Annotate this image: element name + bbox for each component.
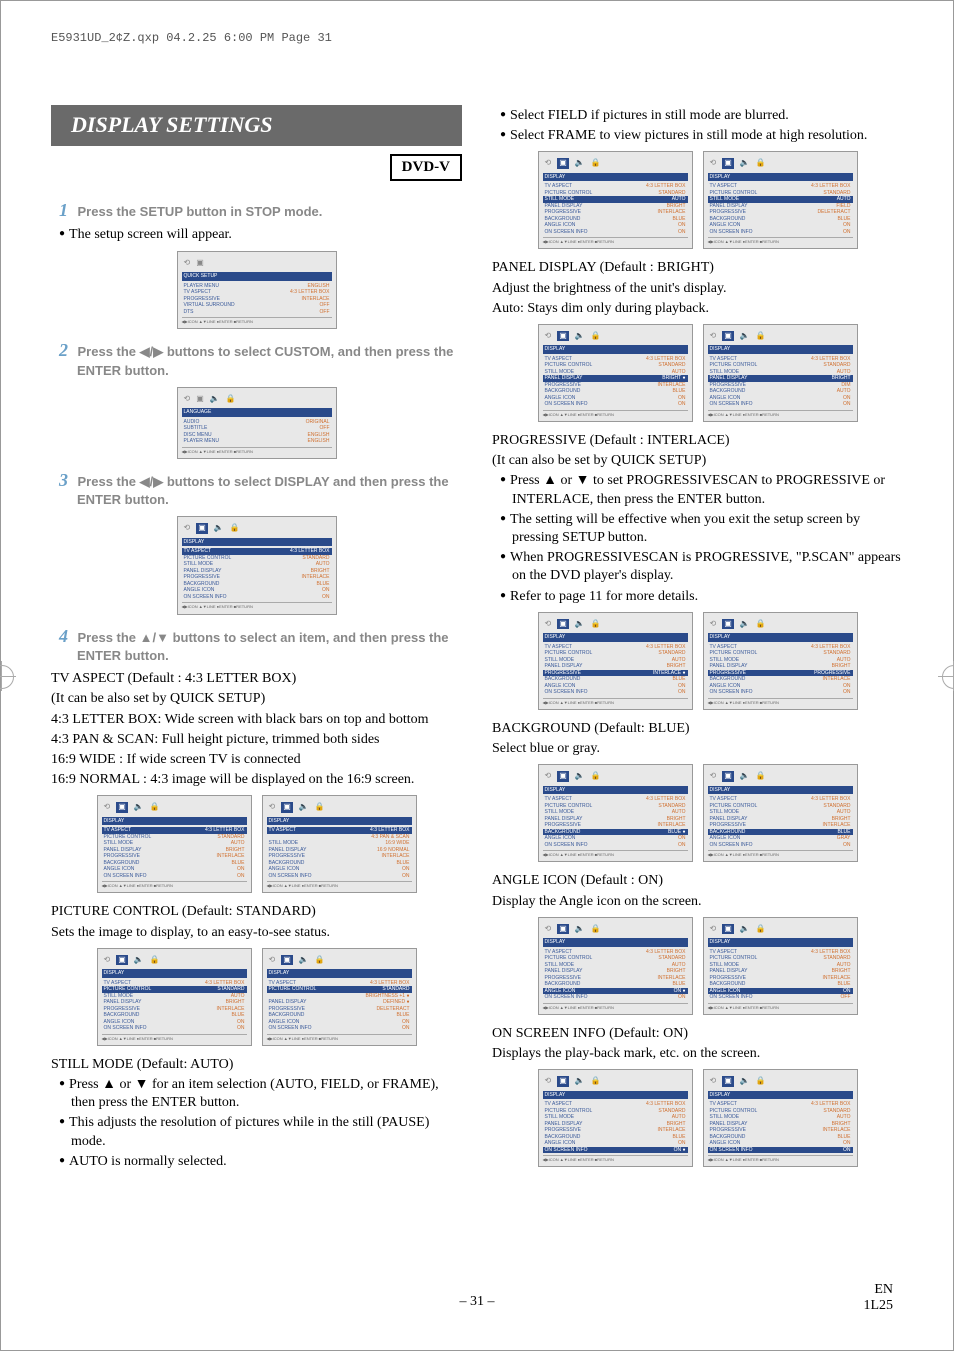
mini-screen: ⟲▣🔈🔒 DISPLAY TV ASPECT4:3 LETTER BOX PIC…	[703, 151, 858, 249]
footer-code: 1L25	[863, 1298, 893, 1313]
mini-screen: ⟲▣🔈🔒 DISPLAY TV ASPECT4:3 LETTER BOX PIC…	[97, 948, 252, 1046]
setup-screen-display: ⟲▣🔈🔒 DISPLAY TV ASPECT4:3 LETTER BOX PIC…	[177, 516, 337, 614]
mini-screen: ⟲▣🔈🔒 DISPLAY TV ASPECT4:3 LETTER BOX PIC…	[703, 1069, 858, 1167]
panel-head: PANEL DISPLAY (Default : BRIGHT)	[492, 259, 903, 277]
step-number: 1	[59, 200, 68, 220]
mini-screen: ⟲▣🔈🔒 DISPLAY TV ASPECT4:3 LETTER BOX PIC…	[703, 917, 858, 1015]
tv-aspect-sub: (It can be also set by QUICK SETUP)	[51, 690, 462, 708]
page-number: – 31 –	[1, 1294, 953, 1310]
bullet: ●This adjusts the resolution of pictures…	[59, 1114, 462, 1150]
bullet-text: Select FRAME to view pictures in still m…	[510, 128, 867, 143]
bullet: ●When PROGRESSIVESCAN is PROGRESSIVE, "P…	[500, 549, 903, 585]
footer-right: EN 1L25	[863, 1282, 893, 1314]
step-text: Press the ◀/▶ buttons to select CUSTOM, …	[77, 344, 453, 377]
mini-header: DISPLAY	[182, 538, 332, 547]
bullet-text: The setup screen will appear.	[69, 227, 232, 242]
bullet-text: Press ▲ or ▼ to set PROGRESSIVESCAN to P…	[510, 473, 885, 506]
step-text: Press the ◀/▶ buttons to select DISPLAY …	[77, 474, 449, 507]
mini-screen: ⟲▣🔈🔒 DISPLAY TV ASPECT4:3 LETTER BOX 4:3…	[262, 795, 417, 893]
tv-aspect-head: TV ASPECT (Default : 4:3 LETTER BOX)	[51, 670, 462, 688]
still-head: STILL MODE (Default: AUTO)	[51, 1056, 462, 1074]
two-columns: DISPLAY SETTINGS DVD-V 1 Press the SETUP…	[51, 105, 903, 1177]
bullet: ●Press ▲ or ▼ for an item selection (AUT…	[59, 1076, 462, 1112]
mini-screen: ⟲▣🔈🔒 DISPLAY TV ASPECT4:3 LETTER BOX PIC…	[538, 1069, 693, 1167]
angle-head: ANGLE ICON (Default : ON)	[492, 872, 903, 890]
pic-ctrl-screens: ⟲▣🔈🔒 DISPLAY TV ASPECT4:3 LETTER BOX PIC…	[51, 948, 462, 1046]
step-4: 4 Press the ▲/▼ buttons to select an ite…	[59, 625, 462, 667]
bullet-text: When PROGRESSIVESCAN is PROGRESSIVE, "P.…	[510, 550, 901, 583]
bullet: ●AUTO is normally selected.	[59, 1153, 462, 1171]
angle-screens: ⟲▣🔈🔒 DISPLAY TV ASPECT4:3 LETTER BOX PIC…	[492, 917, 903, 1015]
prog-head: PROGRESSIVE (Default : INTERLACE)	[492, 432, 903, 450]
bullet: ●Refer to page 11 for more details.	[500, 588, 903, 606]
bullet: ●Select FIELD if pictures in still mode …	[500, 107, 903, 125]
panel-l1: Adjust the brightness of the unit's disp…	[492, 280, 903, 298]
angle-sub: Display the Angle icon on the screen.	[492, 893, 903, 911]
step-text: Press the ▲/▼ buttons to select an item,…	[77, 630, 449, 663]
bg-head: BACKGROUND (Default: BLUE)	[492, 720, 903, 738]
mini-screen: ⟲▣🔈🔒 DISPLAY TV ASPECT4:3 LETTER BOX PIC…	[538, 764, 693, 862]
footer-lang: EN	[874, 1282, 893, 1297]
bullet-text: Press ▲ or ▼ for an item selection (AUTO…	[69, 1077, 439, 1110]
tv-aspect-l2: 4:3 PAN & SCAN: Full height picture, tri…	[51, 731, 462, 749]
mini-screen: ⟲▣🔈🔒 DISPLAY TV ASPECT4:3 LETTER BOX PIC…	[703, 764, 858, 862]
tv-aspect-screens: ⟲▣🔈🔒 DISPLAY TV ASPECT4:3 LETTER BOX PIC…	[51, 795, 462, 893]
osi-sub: Displays the play-back mark, etc. on the…	[492, 1045, 903, 1063]
bullet-text: Refer to page 11 for more details.	[510, 589, 698, 604]
mini-header: LANGUAGE	[182, 408, 332, 417]
mini-screen: ⟲▣🔈🔒 DISPLAY TV ASPECT4:3 LETTER BOX PIC…	[538, 612, 693, 710]
mini-screen: ⟲▣🔈🔒 DISPLAY TV ASPECT4:3 LETTER BOX PIC…	[538, 324, 693, 422]
mini-screen: ⟲▣🔈🔒 DISPLAY TV ASPECT4:3 LETTER BOX PIC…	[97, 795, 252, 893]
mini-screen: ⟲▣🔈🔒 DISPLAY TV ASPECT4:3 LETTER BOX PIC…	[703, 324, 858, 422]
step-1: 1 Press the SETUP button in STOP mode.	[59, 199, 462, 222]
bg-screens: ⟲▣🔈🔒 DISPLAY TV ASPECT4:3 LETTER BOX PIC…	[492, 764, 903, 862]
crop-mark-icon	[938, 661, 954, 691]
bullet-text: Select FIELD if pictures in still mode a…	[510, 108, 789, 123]
bullet: ●The setup screen will appear.	[59, 226, 462, 244]
section-title: DISPLAY SETTINGS	[51, 105, 462, 146]
right-column: ●Select FIELD if pictures in still mode …	[492, 105, 903, 1177]
setup-screen-quick: ⟲▣ QUICK SETUP PLAYER MENUENGLISH TV ASP…	[177, 251, 337, 330]
setup-screen-language: ⟲▣🔈🔒 LANGUAGE AUDIOORIGINAL SUBTITLEOFF …	[177, 387, 337, 459]
mini-screen: ⟲▣🔈🔒 DISPLAY TV ASPECT4:3 LETTER BOX PIC…	[538, 151, 693, 249]
step-text: Press the SETUP button in STOP mode.	[78, 204, 323, 219]
bullet-text: AUTO is normally selected.	[69, 1154, 227, 1169]
bullet: ●The setting will be effective when you …	[500, 511, 903, 547]
step-2: 2 Press the ◀/▶ buttons to select CUSTOM…	[59, 339, 462, 381]
osi-head: ON SCREEN INFO (Default: ON)	[492, 1025, 903, 1043]
file-header: E5931UD_2¢Z.qxp 04.2.25 6:00 PM Page 31	[51, 31, 903, 45]
bullet: ●Select FRAME to view pictures in still …	[500, 127, 903, 145]
left-column: DISPLAY SETTINGS DVD-V 1 Press the SETUP…	[51, 105, 462, 1177]
page: E5931UD_2¢Z.qxp 04.2.25 6:00 PM Page 31 …	[0, 0, 954, 1351]
tv-aspect-l1: 4:3 LETTER BOX: Wide screen with black b…	[51, 711, 462, 729]
prog-sub: (It can also be set by QUICK SETUP)	[492, 452, 903, 470]
step-3: 3 Press the ◀/▶ buttons to select DISPLA…	[59, 469, 462, 511]
prog-screens: ⟲▣🔈🔒 DISPLAY TV ASPECT4:3 LETTER BOX PIC…	[492, 612, 903, 710]
mini-screen: ⟲▣🔈🔒 DISPLAY TV ASPECT4:3 LETTER BOX PIC…	[703, 612, 858, 710]
osi-screens: ⟲▣🔈🔒 DISPLAY TV ASPECT4:3 LETTER BOX PIC…	[492, 1069, 903, 1167]
bg-sub: Select blue or gray.	[492, 740, 903, 758]
tv-aspect-l3: 16:9 WIDE : If wide screen TV is connect…	[51, 751, 462, 769]
dvd-badge: DVD-V	[390, 154, 462, 182]
panel-l2: Auto: Stays dim only during playback.	[492, 300, 903, 318]
tv-aspect-l4: 16:9 NORMAL : 4:3 image will be displaye…	[51, 771, 462, 789]
step-number: 2	[59, 340, 68, 360]
pic-ctrl-head: PICTURE CONTROL (Default: STANDARD)	[51, 903, 462, 921]
pic-ctrl-sub: Sets the image to display, to an easy-to…	[51, 924, 462, 942]
mini-header: QUICK SETUP	[182, 272, 332, 281]
step-number: 4	[59, 626, 68, 646]
mini-screen: ⟲▣🔈🔒 DISPLAY TV ASPECT4:3 LETTER BOX PIC…	[538, 917, 693, 1015]
crop-mark-icon	[0, 661, 16, 691]
bullet-text: This adjusts the resolution of pictures …	[69, 1115, 429, 1148]
bullet-text: The setting will be effective when you e…	[510, 512, 860, 545]
step-number: 3	[59, 470, 68, 490]
mini-screen: ⟲▣🔈🔒 DISPLAY TV ASPECT4:3 LETTER BOX PIC…	[262, 948, 417, 1046]
panel-screens: ⟲▣🔈🔒 DISPLAY TV ASPECT4:3 LETTER BOX PIC…	[492, 324, 903, 422]
bullet: ●Press ▲ or ▼ to set PROGRESSIVESCAN to …	[500, 472, 903, 508]
still-screens: ⟲▣🔈🔒 DISPLAY TV ASPECT4:3 LETTER BOX PIC…	[492, 151, 903, 249]
